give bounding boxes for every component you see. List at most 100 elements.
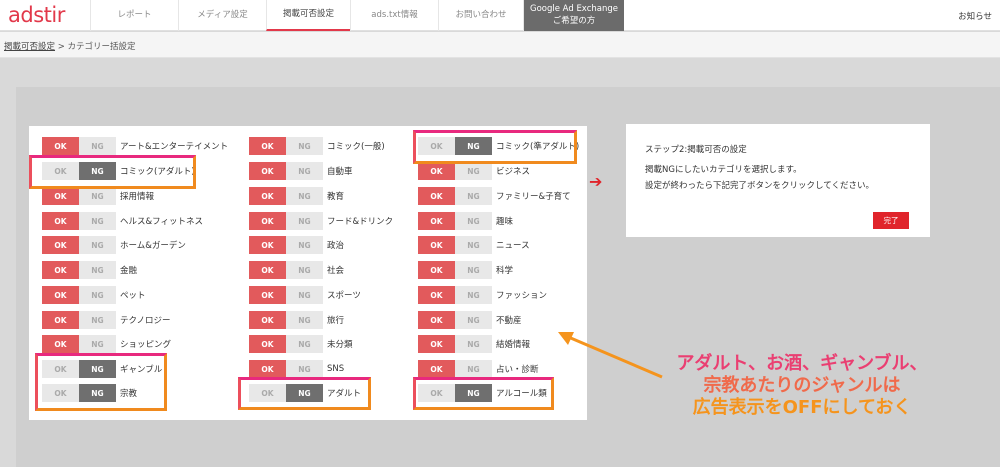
done-button[interactable]: 完了 [873,212,909,229]
ok-ng-toggle[interactable]: OK NG [249,162,323,180]
ng-option[interactable]: NG [455,311,492,329]
ok-option[interactable]: OK [418,360,455,378]
ok-ng-toggle[interactable]: OK NG [418,162,492,180]
category-item: OK NG ヘルス&フィットネス [42,212,203,230]
ng-option[interactable]: NG [79,137,116,155]
ok-option[interactable]: OK [418,187,455,205]
ok-option[interactable]: OK [249,212,286,230]
ng-option[interactable]: NG [286,311,323,329]
ng-option[interactable]: NG [286,162,323,180]
category-item: OK NG フード&ドリンク [249,212,393,230]
ok-ng-toggle[interactable]: OK NG [249,335,323,353]
annotation-line: 宗教あたりのジャンルは [703,374,901,396]
ok-option[interactable]: OK [249,261,286,279]
tab-google-adx[interactable]: Google Ad Exchangeご希望の方 [524,0,624,31]
ok-option[interactable]: OK [249,162,286,180]
ok-ng-toggle[interactable]: OK NG [42,335,116,353]
ng-option[interactable]: NG [286,236,323,254]
tab-contact[interactable]: お問い合わせ [438,0,524,31]
ng-option[interactable]: NG [455,360,492,378]
ok-option[interactable]: OK [418,311,455,329]
ng-option[interactable]: NG [286,137,323,155]
category-item: OK NG ファミリー&子育て [418,187,571,205]
ok-option[interactable]: OK [42,137,79,155]
ng-option[interactable]: NG [79,236,116,254]
ok-option[interactable]: OK [42,311,79,329]
breadcrumb-root[interactable]: 掲載可否設定 [4,42,55,52]
ok-option[interactable]: OK [249,137,286,155]
ok-ng-toggle[interactable]: OK NG [418,335,492,353]
ok-ng-toggle[interactable]: OK NG [418,360,492,378]
ok-ng-toggle[interactable]: OK NG [418,261,492,279]
ok-ng-toggle[interactable]: OK NG [249,311,323,329]
ok-ng-toggle[interactable]: OK NG [249,360,323,378]
ng-option[interactable]: NG [79,187,116,205]
adstir-logo[interactable]: adstir [8,3,65,27]
ok-option[interactable]: OK [42,335,79,353]
ok-option[interactable]: OK [42,212,79,230]
ng-option[interactable]: NG [286,286,323,304]
ng-option[interactable]: NG [455,286,492,304]
ok-option[interactable]: OK [418,212,455,230]
ok-option[interactable]: OK [42,187,79,205]
ng-option[interactable]: NG [286,212,323,230]
ok-option[interactable]: OK [249,236,286,254]
ok-option[interactable]: OK [418,335,455,353]
ok-option[interactable]: OK [249,286,286,304]
ok-ng-toggle[interactable]: OK NG [249,261,323,279]
ok-option[interactable]: OK [249,187,286,205]
ng-option[interactable]: NG [79,335,116,353]
category-label: SNS [327,364,345,374]
ok-ng-toggle[interactable]: OK NG [418,286,492,304]
step-line: 設定が終わったら下記完了ボタンをクリックしてください。 [645,181,874,191]
ok-ng-toggle[interactable]: OK NG [249,187,323,205]
ok-ng-toggle[interactable]: OK NG [42,212,116,230]
ng-option[interactable]: NG [286,360,323,378]
ok-option[interactable]: OK [418,286,455,304]
ng-option[interactable]: NG [455,335,492,353]
ng-option[interactable]: NG [455,261,492,279]
ok-ng-toggle[interactable]: OK NG [249,286,323,304]
tab-report[interactable]: レポート [90,0,178,31]
ng-option[interactable]: NG [455,212,492,230]
ok-ng-toggle[interactable]: OK NG [418,212,492,230]
ok-option[interactable]: OK [42,261,79,279]
ng-option[interactable]: NG [455,187,492,205]
ok-option[interactable]: OK [249,311,286,329]
ok-ng-toggle[interactable]: OK NG [418,311,492,329]
ng-option[interactable]: NG [455,162,492,180]
ok-ng-toggle[interactable]: OK NG [42,187,116,205]
ok-ng-toggle[interactable]: OK NG [42,311,116,329]
tab-media-settings[interactable]: メディア設定 [178,0,266,31]
ng-option[interactable]: NG [286,335,323,353]
ng-option[interactable]: NG [286,187,323,205]
ok-ng-toggle[interactable]: OK NG [42,236,116,254]
ok-ng-toggle[interactable]: OK NG [42,286,116,304]
ng-option[interactable]: NG [79,286,116,304]
tab-placement-settings[interactable]: 掲載可否設定 [266,0,350,31]
category-label: フード&ドリンク [327,217,394,227]
ok-option[interactable]: OK [418,236,455,254]
notice-link[interactable]: お知らせ [958,10,992,22]
ok-ng-toggle[interactable]: OK NG [249,137,323,155]
ng-option[interactable]: NG [286,261,323,279]
ng-option[interactable]: NG [79,261,116,279]
ok-ng-toggle[interactable]: OK NG [418,236,492,254]
category-item: OK NG 不動産 [418,311,522,329]
ng-option[interactable]: NG [79,311,116,329]
ok-ng-toggle[interactable]: OK NG [249,236,323,254]
ng-option[interactable]: NG [455,236,492,254]
ok-option[interactable]: OK [418,261,455,279]
ng-option[interactable]: NG [79,212,116,230]
highlight-frame [29,155,196,189]
ok-ng-toggle[interactable]: OK NG [249,212,323,230]
ok-ng-toggle[interactable]: OK NG [42,261,116,279]
ok-option[interactable]: OK [249,360,286,378]
ok-ng-toggle[interactable]: OK NG [42,137,116,155]
ok-option[interactable]: OK [418,162,455,180]
ok-option[interactable]: OK [42,236,79,254]
ok-option[interactable]: OK [249,335,286,353]
ok-ng-toggle[interactable]: OK NG [418,187,492,205]
ok-option[interactable]: OK [42,286,79,304]
tab-ads-txt[interactable]: ads.txt情報 [350,0,438,31]
